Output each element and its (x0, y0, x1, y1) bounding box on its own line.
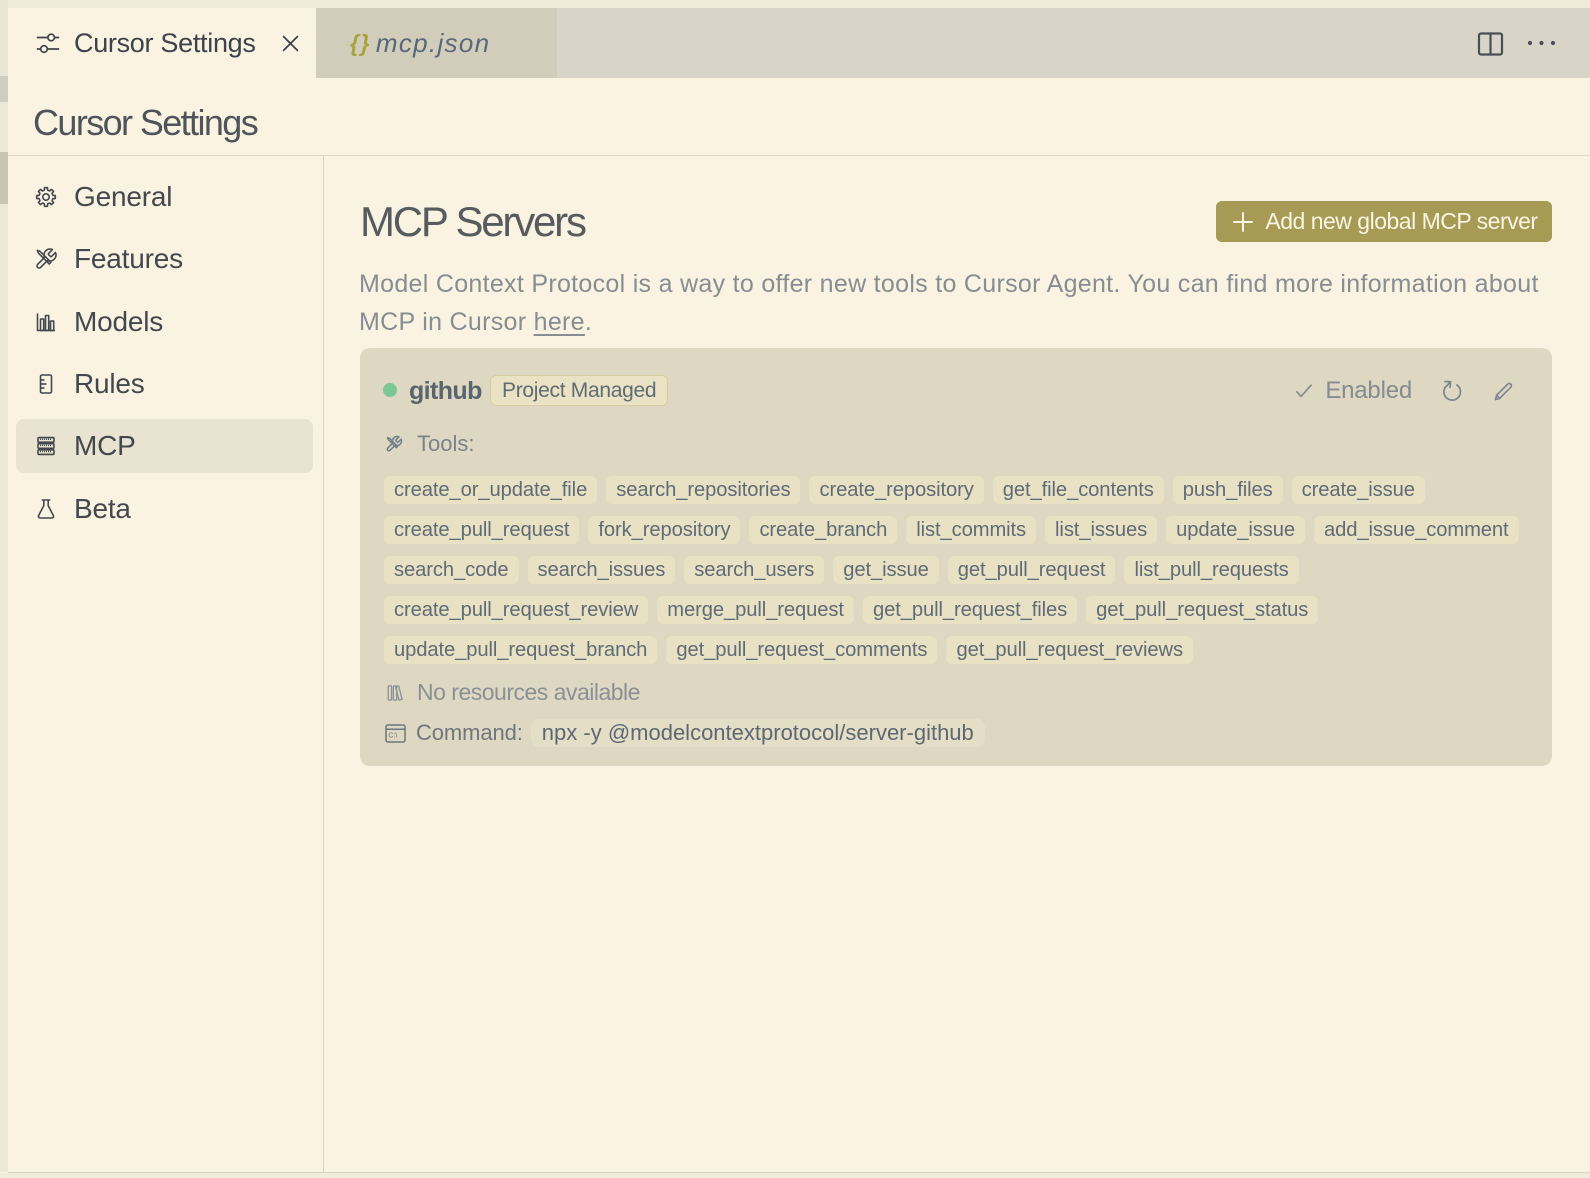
svg-text:C:\: C:\ (388, 732, 397, 739)
